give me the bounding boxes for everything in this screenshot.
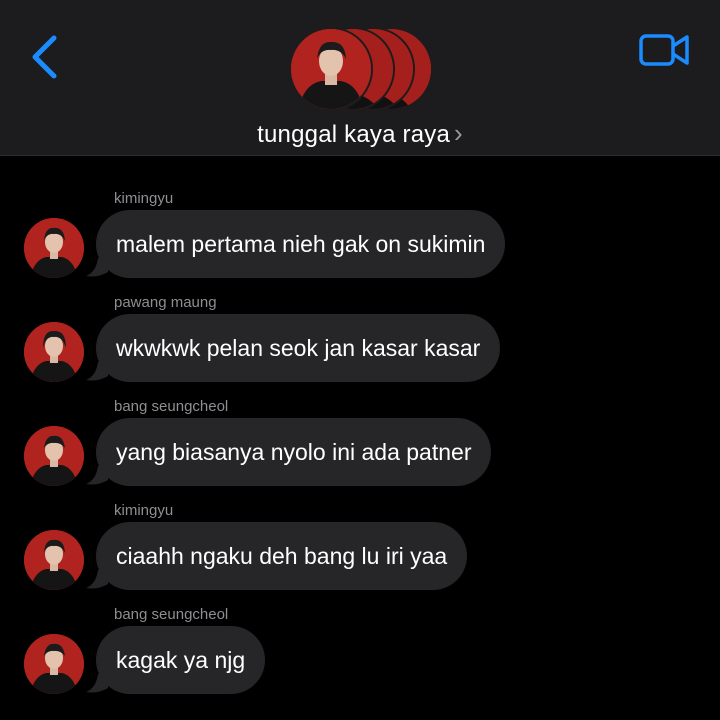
- video-call-button[interactable]: [638, 30, 692, 70]
- avatar[interactable]: [24, 634, 84, 694]
- message-bubble[interactable]: ciaahh ngaku deh bang lu iri yaa: [96, 522, 468, 590]
- chevron-left-icon: [32, 35, 57, 79]
- message-sender: kimingyu: [114, 502, 174, 519]
- message-bubble[interactable]: yang biasanya nyolo ini ada patner: [96, 418, 492, 486]
- message-bubble[interactable]: wkwkwk pelan seok jan kasar kasar: [96, 314, 501, 382]
- group-avatar-main: [289, 27, 373, 111]
- group-avatar-stack[interactable]: [289, 27, 439, 111]
- avatar[interactable]: [24, 218, 84, 278]
- message-sender: bang seungcheol: [114, 398, 229, 415]
- video-camera-icon: [639, 34, 689, 66]
- avatar[interactable]: [24, 530, 84, 590]
- message-bubble[interactable]: malem pertama nieh gak on sukimin: [96, 210, 506, 278]
- message-sender: pawang maung: [114, 294, 217, 311]
- message-bubble[interactable]: kagak ya njg: [96, 626, 266, 694]
- chat-header: tunggal kaya raya ›: [0, 0, 720, 156]
- avatar[interactable]: [24, 322, 84, 382]
- group-title[interactable]: tunggal kaya raya ›: [0, 118, 720, 149]
- back-button[interactable]: [26, 30, 66, 84]
- group-title-text: tunggal kaya raya: [257, 121, 450, 148]
- chevron-right-icon: ›: [454, 118, 463, 148]
- message-sender: kimingyu: [114, 190, 174, 207]
- avatar[interactable]: [24, 426, 84, 486]
- message-sender: bang seungcheol: [114, 606, 229, 623]
